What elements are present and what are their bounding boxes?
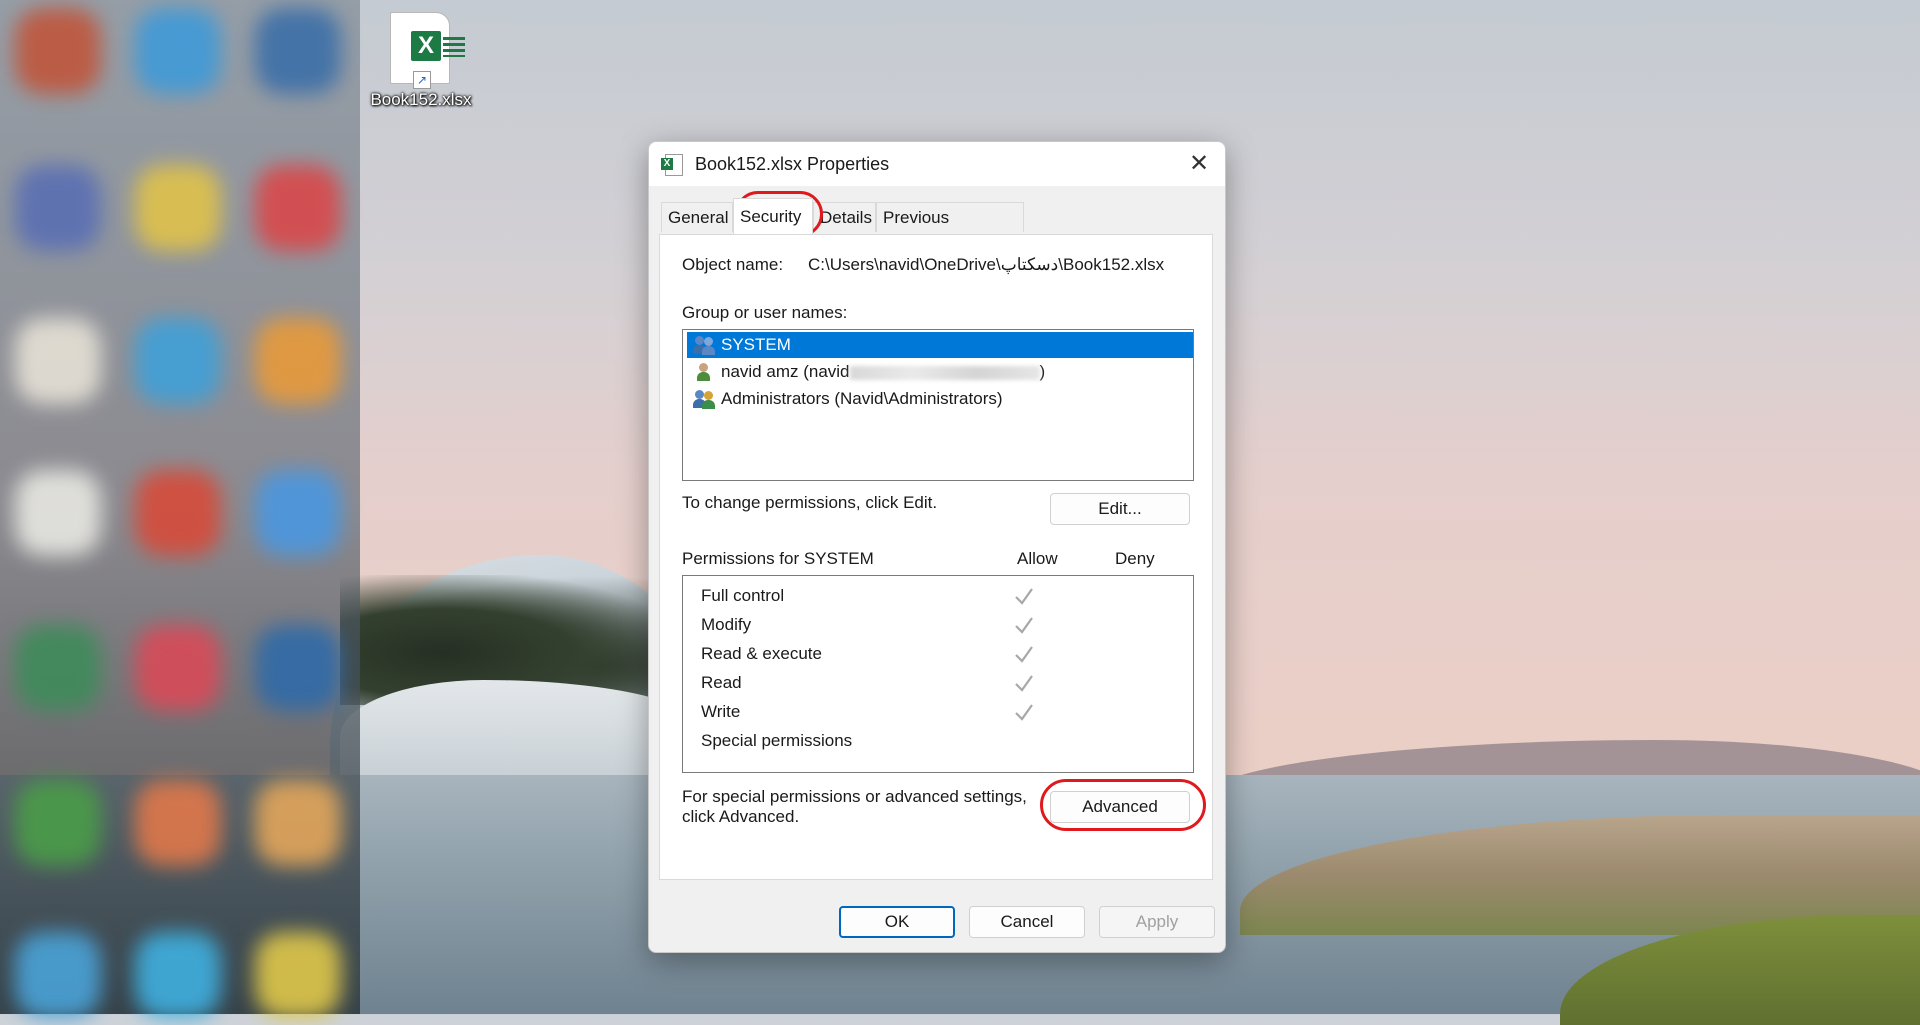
blurred-app-icon[interactable]	[135, 625, 221, 711]
tab-general[interactable]: General	[661, 202, 733, 232]
advanced-hint-line1: For special permissions or advanced sett…	[682, 787, 1027, 806]
apply-button[interactable]: Apply	[1099, 906, 1215, 938]
permission-row: Full control	[701, 582, 784, 610]
user-name: navid amz (navid	[721, 362, 850, 381]
user-name: Administrators (Navid\Administrators)	[721, 389, 1003, 408]
properties-dialog: X Book152.xlsx Properties ✕ General Secu…	[648, 141, 1226, 953]
permission-name: Special permissions	[701, 731, 853, 750]
allow-check-icon	[1013, 614, 1035, 636]
object-name-value: C:\Users\navid\OneDrive\دسکتاپ\Book152.x…	[808, 255, 1165, 274]
blurred-app-icon[interactable]	[135, 780, 221, 866]
edit-button[interactable]: Edit...	[1050, 493, 1190, 525]
permission-name: Full control	[701, 586, 785, 605]
tab-details[interactable]: Details	[813, 202, 876, 232]
tab-general-label: General	[668, 208, 729, 227]
permissions-for-label: Permissions for SYSTEM	[682, 549, 874, 568]
blurred-app-icon[interactable]	[135, 932, 221, 1018]
permissions-list[interactable]: Full control Modify Read & execute Read Writ…	[682, 575, 1194, 773]
permission-row: Write	[701, 698, 740, 726]
blurred-app-icon[interactable]	[15, 8, 101, 94]
list-item-administrators[interactable]: Administrators (Navid\Administrators)	[687, 386, 1193, 412]
allow-check-icon	[1013, 643, 1035, 665]
excel-file-icon: X	[661, 154, 683, 176]
dialog-titlebar[interactable]: X Book152.xlsx Properties ✕	[649, 142, 1225, 186]
shortcut-arrow-icon: ↗	[413, 71, 431, 89]
allow-column-header: Allow	[1017, 549, 1058, 568]
list-item-system[interactable]: SYSTEM	[687, 332, 1193, 358]
user-icon	[693, 362, 717, 382]
group-or-user-names-label: Group or user names:	[682, 303, 848, 322]
blurred-app-icon[interactable]	[255, 8, 341, 94]
tab-previous-versions[interactable]: Previous Versions	[876, 202, 1024, 257]
admin-users-icon	[693, 389, 717, 409]
allow-check-icon	[1013, 672, 1035, 694]
user-name-suffix: )	[1039, 362, 1046, 381]
group-users-icon	[693, 335, 717, 355]
blurred-app-icon[interactable]	[15, 780, 101, 866]
tab-security-label: Security	[740, 207, 802, 226]
excel-file-icon: X ↗	[390, 12, 465, 89]
blurred-app-icon[interactable]	[15, 625, 101, 711]
list-item-navid[interactable]: navid amz (navid)	[687, 359, 1193, 385]
permission-row: Special permissions	[701, 727, 852, 755]
blurred-app-icon[interactable]	[135, 318, 221, 404]
permission-name: Write	[701, 702, 741, 721]
blurred-app-icon[interactable]	[135, 8, 221, 94]
redacted-email	[849, 365, 1040, 380]
change-permissions-text: To change permissions, click Edit.	[682, 493, 938, 512]
blurred-app-icon[interactable]	[15, 165, 101, 251]
close-icon: ✕	[1188, 150, 1210, 177]
blurred-app-icon[interactable]	[255, 165, 341, 251]
blurred-app-icon[interactable]	[135, 165, 221, 251]
object-name-label: Object name:	[682, 255, 784, 274]
allow-check-icon	[1013, 585, 1035, 607]
blurred-app-icon[interactable]	[255, 625, 341, 711]
desktop-file-book152[interactable]: X ↗ Book152.xlsx	[366, 10, 476, 120]
ok-button[interactable]: OK	[839, 906, 955, 938]
tab-security[interactable]: Security	[733, 198, 813, 234]
security-panel: Object name: C:\Users\navid\OneDrive\دسک…	[659, 234, 1213, 880]
blurred-app-icon[interactable]	[255, 318, 341, 404]
blurred-app-icon[interactable]	[255, 470, 341, 556]
blurred-app-icon[interactable]	[15, 932, 101, 1018]
desktop-file-label: Book152.xlsx	[370, 90, 472, 109]
cancel-button[interactable]: Cancel	[969, 906, 1085, 938]
permission-row: Modify	[701, 611, 751, 639]
user-list[interactable]: SYSTEM navid amz (navid) Administrators …	[682, 329, 1194, 481]
excel-grid-icon	[443, 37, 465, 57]
permission-name: Modify	[701, 615, 752, 634]
permission-row: Read	[701, 669, 742, 697]
user-name: SYSTEM	[721, 335, 791, 354]
deny-column-header: Deny	[1115, 549, 1155, 568]
permission-row: Read & execute	[701, 640, 822, 668]
blurred-app-icon[interactable]	[15, 470, 101, 556]
permission-name: Read	[701, 673, 742, 692]
blurred-app-icon[interactable]	[15, 318, 101, 404]
advanced-hint-line2: click Advanced.	[682, 807, 800, 826]
tab-details-label: Details	[820, 208, 872, 227]
permission-name: Read & execute	[701, 644, 822, 663]
blurred-app-icon[interactable]	[255, 932, 341, 1018]
dialog-title: Book152.xlsx Properties	[695, 154, 890, 174]
close-button[interactable]: ✕	[1177, 146, 1221, 182]
blurred-app-icon[interactable]	[135, 470, 221, 556]
tab-strip: General Security Details Previous Versio…	[661, 198, 1213, 257]
allow-check-icon	[1013, 701, 1035, 723]
blurred-app-icon[interactable]	[255, 780, 341, 866]
advanced-button[interactable]: Advanced	[1050, 791, 1190, 823]
excel-x-icon: X	[411, 31, 441, 61]
